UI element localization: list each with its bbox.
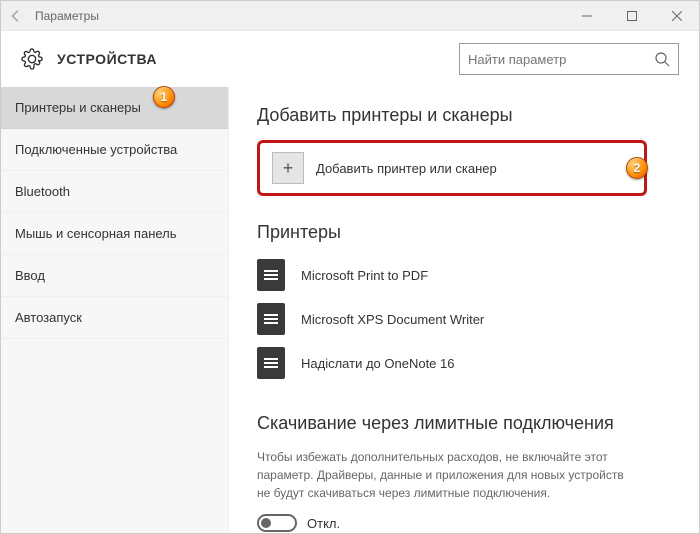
sidebar-item-label: Bluetooth (15, 184, 70, 199)
sidebar: Принтеры и сканеры 1 Подключенные устрой… (1, 87, 229, 533)
search-box[interactable] (459, 43, 679, 75)
printer-icon (257, 347, 285, 379)
sidebar-item-label: Подключенные устройства (15, 142, 177, 157)
printer-label: Microsoft Print to PDF (301, 268, 428, 283)
maximize-icon (627, 11, 637, 21)
sidebar-item-label: Автозапуск (15, 310, 82, 325)
toggle-thumb (261, 518, 271, 528)
sidebar-item-mouse[interactable]: Мышь и сенсорная панель (1, 213, 228, 255)
sidebar-item-label: Ввод (15, 268, 45, 283)
add-printer-button[interactable]: + Добавить принтер или сканер 2 (257, 140, 647, 196)
titlebar: Параметры (1, 1, 699, 31)
plus-icon: + (272, 152, 304, 184)
printers-list: Microsoft Print to PDF Microsoft XPS Doc… (257, 253, 671, 385)
printer-item[interactable]: Microsoft XPS Document Writer (257, 297, 671, 341)
annotation-badge-2: 2 (626, 157, 648, 179)
add-printer-label: Добавить принтер или сканер (316, 161, 497, 176)
toggle-state-label: Откл. (307, 516, 340, 531)
sidebar-item-autoplay[interactable]: Автозапуск (1, 297, 228, 339)
add-printers-heading: Добавить принтеры и сканеры (257, 105, 671, 126)
arrow-left-icon (9, 9, 23, 23)
metered-description: Чтобы избежать дополнительных расходов, … (257, 448, 637, 502)
search-input[interactable] (468, 52, 650, 67)
metered-heading: Скачивание через лимитные подключения (257, 413, 671, 434)
maximize-button[interactable] (609, 1, 654, 31)
sidebar-item-label: Мышь и сенсорная панель (15, 226, 177, 241)
body: Принтеры и сканеры 1 Подключенные устрой… (1, 87, 699, 533)
main-content: Добавить принтеры и сканеры + Добавить п… (229, 87, 699, 533)
sidebar-item-printers[interactable]: Принтеры и сканеры 1 (1, 87, 228, 129)
metered-toggle: Откл. (257, 514, 671, 532)
toggle-switch[interactable] (257, 514, 297, 532)
sidebar-item-label: Принтеры и сканеры (15, 100, 141, 115)
sidebar-item-typing[interactable]: Ввод (1, 255, 228, 297)
close-button[interactable] (654, 1, 699, 31)
window-controls (564, 1, 699, 31)
close-icon (672, 11, 682, 21)
sidebar-item-connected-devices[interactable]: Подключенные устройства (1, 129, 228, 171)
printer-icon (257, 303, 285, 335)
sidebar-item-bluetooth[interactable]: Bluetooth (1, 171, 228, 213)
minimize-button[interactable] (564, 1, 609, 31)
printer-item[interactable]: Надіслати до OneNote 16 (257, 341, 671, 385)
minimize-icon (582, 11, 592, 21)
printer-icon (257, 259, 285, 291)
gear-icon (21, 48, 43, 70)
printer-item[interactable]: Microsoft Print to PDF (257, 253, 671, 297)
printer-label: Надіслати до OneNote 16 (301, 356, 454, 371)
back-button[interactable] (1, 1, 31, 31)
window-title: Параметры (31, 9, 564, 23)
annotation-badge-1: 1 (153, 86, 175, 108)
page-title: УСТРОЙСТВА (57, 51, 157, 67)
header-left: УСТРОЙСТВА (21, 48, 459, 70)
header: УСТРОЙСТВА (1, 31, 699, 87)
printer-label: Microsoft XPS Document Writer (301, 312, 484, 327)
search-icon (654, 51, 670, 67)
printers-heading: Принтеры (257, 222, 671, 243)
